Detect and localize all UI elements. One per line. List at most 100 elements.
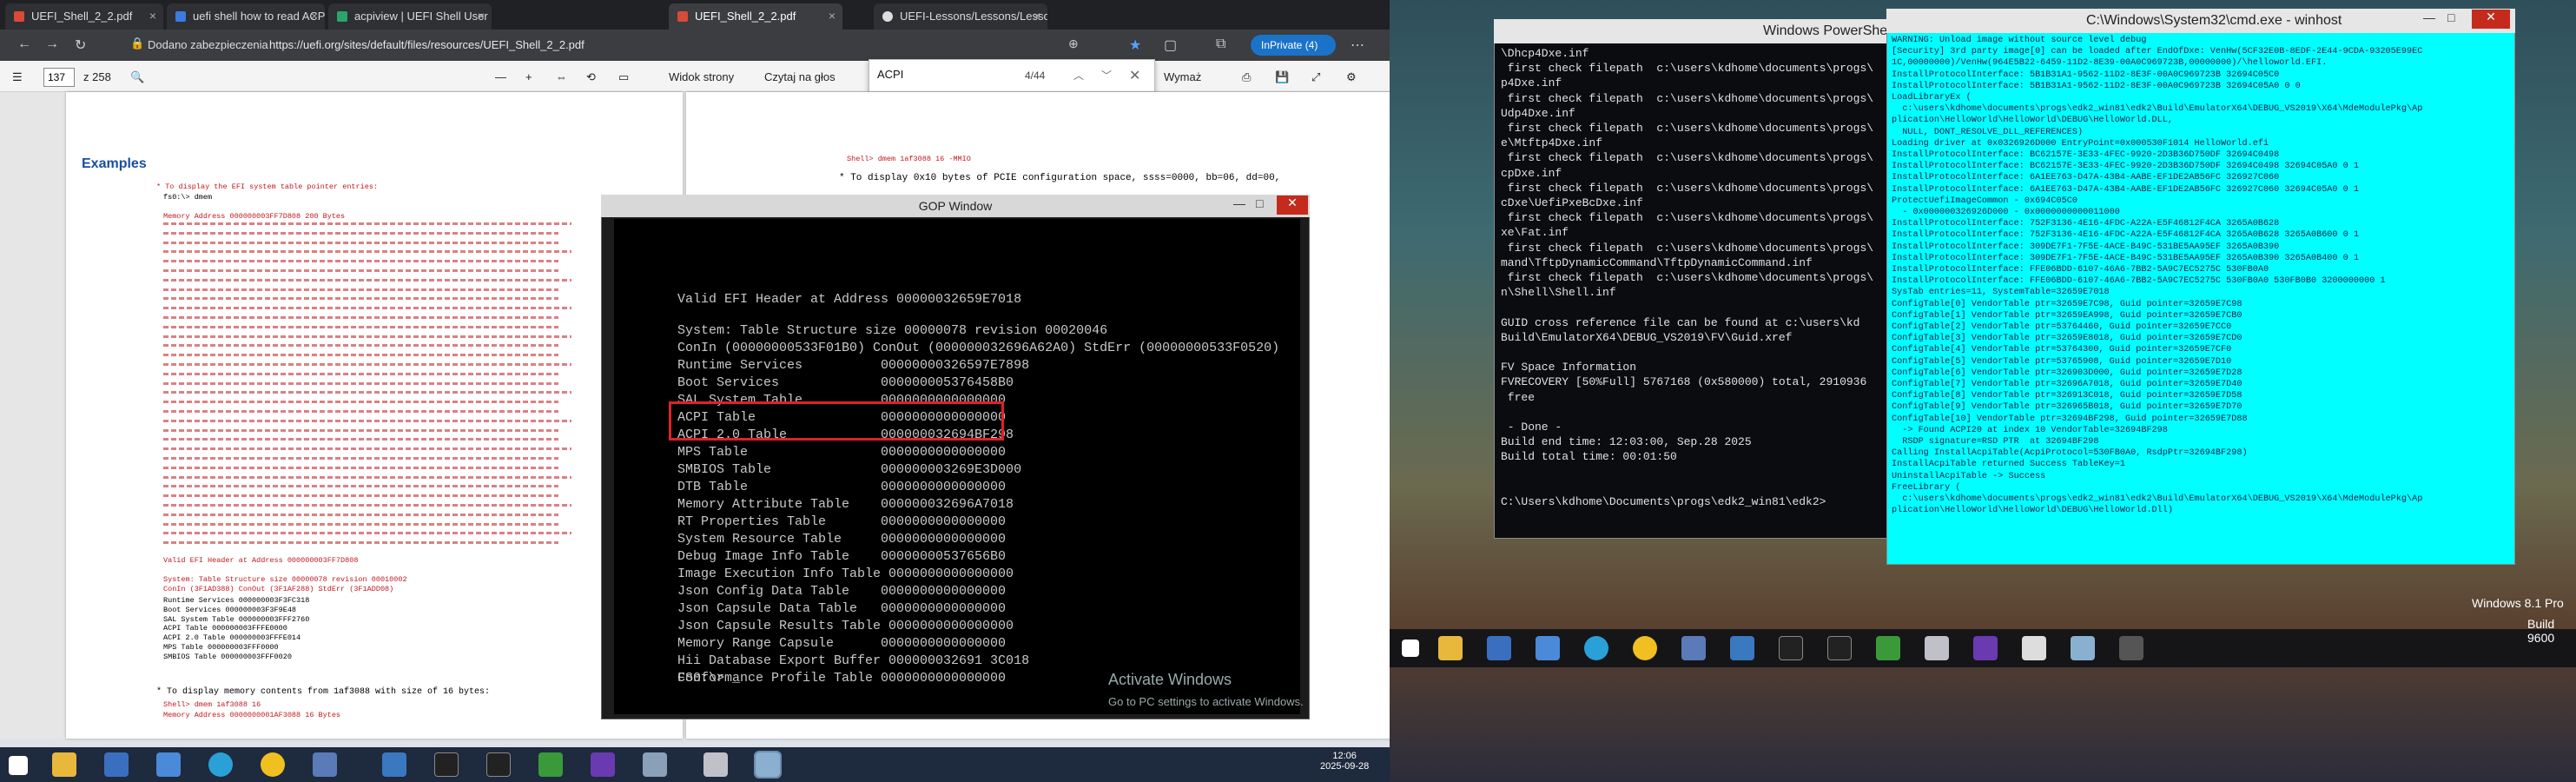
file-explorer-icon[interactable]	[1438, 636, 1463, 660]
hexdump-row	[163, 354, 558, 357]
find-next-icon[interactable]: ﹀	[1101, 68, 1112, 83]
rotate-icon[interactable]: ⟲	[586, 70, 596, 84]
tab-2[interactable]: uefi shell how to read ACPI table×	[167, 3, 325, 30]
print-icon[interactable]: ⎙	[1242, 70, 1251, 84]
notepad-icon[interactable]	[538, 752, 563, 777]
hexdump-row	[163, 438, 558, 441]
cmd-icon[interactable]	[1779, 636, 1803, 660]
page-total: z 258	[83, 70, 111, 83]
maximize-icon[interactable]: □	[2447, 10, 2454, 24]
zoom-in-icon[interactable]: +	[525, 70, 532, 83]
gop-taskbar-icon[interactable]	[2071, 636, 2095, 660]
edge-icon[interactable]	[208, 752, 233, 777]
minimize-icon[interactable]: —	[2423, 10, 2435, 24]
close-icon[interactable]: ×	[1034, 9, 1040, 23]
close-icon[interactable]: ✕	[1277, 196, 1308, 215]
close-icon[interactable]: ✕	[2472, 10, 2510, 29]
tab-4[interactable]: UEFI_Shell_2_2.pdf ×	[669, 3, 842, 30]
notepad-icon[interactable]	[1876, 636, 1900, 660]
pdf-text: ConIn (3F1AD388) ConOut (3F1AF288) StdEr…	[163, 585, 394, 593]
zoom-out-icon[interactable]: —	[495, 70, 506, 83]
output-line: Udp4Dxe.inf	[1501, 106, 1575, 120]
app-icon-2[interactable]	[2119, 636, 2143, 660]
edge-icon[interactable]	[1584, 636, 1608, 660]
collections-icon[interactable]: ⧉	[1216, 36, 1225, 52]
output-line: cpDxe.inf	[1501, 166, 1562, 180]
lock-icon[interactable]: 🔒	[130, 36, 144, 50]
fullscreen-icon[interactable]: ⤢	[1311, 70, 1320, 84]
close-icon[interactable]: ×	[311, 9, 318, 23]
pdf-text: Valid EFI Header at Address 000000003FF7…	[163, 556, 359, 565]
back-icon[interactable]: ←	[17, 36, 31, 52]
pdf-text: * To display 0x10 bytes of PCIE configur…	[839, 173, 1281, 183]
shark-icon[interactable]	[1487, 636, 1511, 660]
erase-button[interactable]: Wymaż	[1164, 70, 1201, 83]
cmd-icon-2[interactable]	[486, 752, 511, 777]
find-prev-icon[interactable]: ︿	[1073, 68, 1084, 83]
output-line: InstallProtocolInterface: 752F3136-4E16-…	[1892, 230, 2359, 241]
save-icon[interactable]: 💾	[1275, 70, 1289, 84]
app-icon[interactable]	[643, 752, 667, 777]
windows-start-icon[interactable]	[9, 756, 28, 775]
close-icon[interactable]: ×	[829, 9, 836, 23]
close-icon[interactable]: ×	[149, 9, 156, 23]
output-line: ConfigTable[2] VendorTable ptr=53764460,…	[1892, 322, 2232, 332]
page-view-button[interactable]: Widok strony	[669, 70, 734, 83]
file-explorer-icon[interactable]	[52, 752, 76, 777]
python-icon[interactable]	[1730, 636, 1754, 660]
cmd-icon[interactable]	[434, 752, 459, 777]
visual-studio-icon[interactable]	[591, 752, 615, 777]
more-menu-icon[interactable]: ⋯	[1351, 36, 1364, 54]
fit-icon[interactable]: ⇔	[556, 70, 567, 83]
zoom-icon[interactable]: ⊕	[1068, 36, 1079, 51]
read-aloud-button[interactable]: Czytaj na głos	[764, 70, 836, 83]
output-line: - 0x000000326926D000 - 0x000000000001100…	[1892, 208, 2120, 217]
network-tool-icon[interactable]	[313, 752, 337, 777]
url-field[interactable]: https://uefi.org/sites/default/files/res…	[269, 38, 585, 51]
search-pdf-icon[interactable]: 🔍	[130, 70, 144, 84]
gop-prompt[interactable]: FS0:\> _	[677, 671, 740, 686]
gop-window-title[interactable]: GOP Window	[601, 195, 1310, 217]
archive-icon[interactable]	[703, 752, 728, 777]
output-line: Build end time: 12:03:00, Sep.28 2025	[1501, 435, 1752, 449]
chrome-icon[interactable]	[261, 752, 285, 777]
tab-3[interactable]: acpiview | UEFI Shell User Guide×	[328, 3, 492, 30]
contents-icon[interactable]: ☰	[12, 70, 23, 84]
page-view-icon[interactable]: ▭	[618, 70, 629, 84]
find-input[interactable]: ACPI	[877, 68, 903, 81]
cmd-icon-2[interactable]	[1827, 636, 1852, 660]
visual-studio-icon[interactable]	[1973, 636, 1998, 660]
output-line: FVRECOVERY [50%Full] 5767168 (0x580000) …	[1501, 375, 1867, 389]
minimize-icon[interactable]: —	[1233, 196, 1245, 210]
output-line: Json Config Data Table 0000000000000000	[677, 584, 1007, 599]
output-line: free	[1501, 390, 1536, 404]
favorite-star-icon[interactable]: ★	[1129, 36, 1141, 54]
security-label[interactable]: Dodano zabezpieczenia	[148, 38, 268, 51]
archive-icon[interactable]	[1925, 636, 1949, 660]
shark-icon[interactable]	[104, 752, 129, 777]
forward-icon[interactable]: →	[45, 36, 59, 52]
python-icon[interactable]	[382, 752, 406, 777]
tab-5[interactable]: UEFI-Lessons/Lessons/Lesson_31×	[874, 3, 1047, 30]
chrome-icon[interactable]	[1633, 636, 1657, 660]
powershell-title[interactable]: Windows PowerShell	[1494, 19, 1902, 43]
gop-taskbar-icon[interactable]	[754, 751, 782, 779]
search-app-icon[interactable]	[156, 752, 181, 777]
split-screen-icon[interactable]: ▢	[1164, 36, 1177, 54]
page-number-input[interactable]: 137	[43, 68, 75, 87]
find-close-icon[interactable]: ✕	[1129, 67, 1140, 84]
app-icon[interactable]	[2022, 636, 2046, 660]
output-line: InstallProtocolInterface: BC62157E-3E33-…	[1892, 150, 2280, 160]
inprivate-badge[interactable]: InPrivate (4)	[1251, 35, 1336, 56]
close-icon[interactable]: ×	[478, 9, 485, 23]
cmd-title[interactable]: C:\Windows\System32\cmd.exe - winhost	[1886, 9, 2515, 33]
search-app-icon[interactable]	[1536, 636, 1560, 660]
hexdump-row	[163, 494, 558, 498]
refresh-icon[interactable]: ↻	[75, 36, 86, 54]
windows-start-icon[interactable]	[1402, 640, 1419, 657]
maximize-icon[interactable]: □	[1256, 196, 1263, 210]
taskbar-clock[interactable]: 12:06 2025-09-28	[1320, 751, 1369, 772]
settings-gear-icon[interactable]: ⚙	[1346, 70, 1357, 84]
network-tool-icon[interactable]	[1681, 636, 1706, 660]
tab-1[interactable]: UEFI_Shell_2_2.pdf ×	[5, 3, 163, 30]
